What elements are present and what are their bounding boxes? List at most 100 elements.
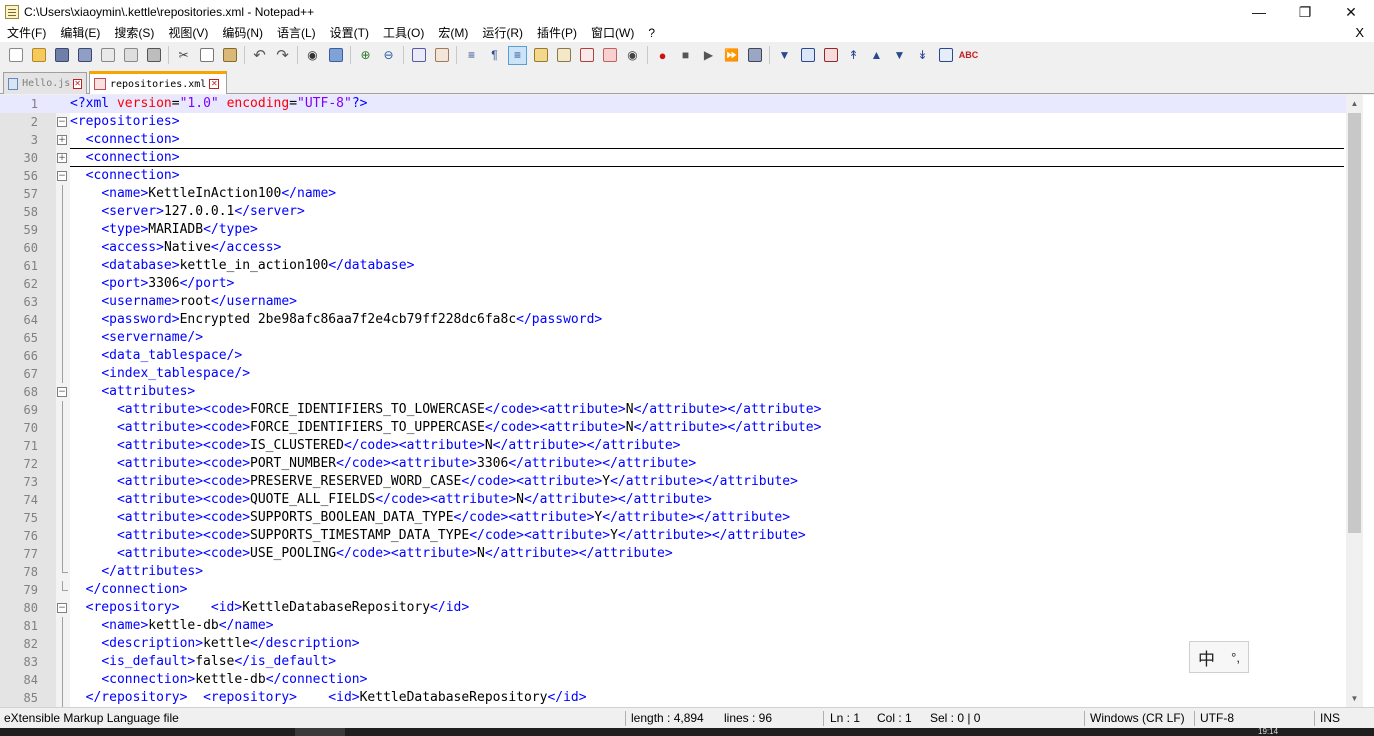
code-line[interactable]: 80− <repository> <id>KettleDatabaseRepos… (0, 599, 1346, 617)
scroll-up-icon[interactable]: ▲ (1346, 95, 1363, 112)
menu-file[interactable]: 文件(F) (0, 24, 53, 42)
compare-button[interactable] (798, 46, 817, 65)
word-wrap-button[interactable]: ≡ (462, 46, 481, 65)
play-macro-button[interactable]: ▶ (699, 46, 718, 65)
code-line[interactable]: 82 <description>kettle</description> (0, 635, 1346, 653)
taskbar-active-app[interactable] (295, 728, 345, 736)
fold-expand-icon[interactable]: + (57, 153, 67, 163)
code-line[interactable]: 75 <attribute><code>SUPPORTS_BOOLEAN_DAT… (0, 509, 1346, 527)
copy-button[interactable] (197, 46, 216, 65)
compare-next-button[interactable] (821, 46, 840, 65)
code-line[interactable]: 77 <attribute><code>USE_POOLING</code><a… (0, 545, 1346, 563)
insert-button[interactable]: ▼ (775, 46, 794, 65)
run-macro-multiple-button[interactable]: ⏩ (722, 46, 741, 65)
cut-button[interactable]: ✂ (174, 46, 193, 65)
code-line[interactable]: 63 <username>root</username> (0, 293, 1346, 311)
menu-window[interactable]: 窗口(W) (584, 24, 641, 42)
ime-punctuation-toggle[interactable]: °, (1231, 650, 1240, 665)
scroll-down-icon[interactable]: ▼ (1346, 690, 1363, 707)
code-line[interactable]: 76 <attribute><code>SUPPORTS_TIMESTAMP_D… (0, 527, 1346, 545)
vertical-scrollbar[interactable]: ▲ ▼ (1346, 95, 1363, 707)
menu-view[interactable]: 视图(V) (161, 24, 215, 42)
tab-repositories-xml[interactable]: repositories.xml ✕ (89, 71, 227, 94)
code-line[interactable]: 58 <server>127.0.0.1</server> (0, 203, 1346, 221)
user-lang-button[interactable] (531, 46, 550, 65)
next-diff-button[interactable]: ▼ (890, 46, 909, 65)
code-line[interactable]: 1 <?xml version="1.0" encoding="UTF-8"?> (0, 95, 1346, 113)
tab-hello-js[interactable]: Hello.js ✕ (3, 72, 87, 94)
zoom-in-button[interactable]: ⊕ (356, 46, 375, 65)
close-all-button[interactable] (121, 46, 140, 65)
editor-area[interactable]: 1 <?xml version="1.0" encoding="UTF-8"?> … (0, 95, 1374, 707)
code-line[interactable]: 68− <attributes> (0, 383, 1346, 401)
close-document-button[interactable]: X (1355, 24, 1364, 42)
code-line[interactable]: 81 <name>kettle-db</name> (0, 617, 1346, 635)
last-diff-button[interactable]: ↡ (913, 46, 932, 65)
status-encoding[interactable]: UTF-8 (1200, 708, 1234, 729)
code-line[interactable]: 83 <is_default>false</is_default> (0, 653, 1346, 671)
code-line[interactable]: 60 <access>Native</access> (0, 239, 1346, 257)
paste-button[interactable] (220, 46, 239, 65)
menu-help[interactable]: ? (641, 24, 662, 42)
save-button[interactable] (52, 46, 71, 65)
new-file-button[interactable] (6, 46, 25, 65)
code-line[interactable]: 67 <index_tablespace/> (0, 365, 1346, 383)
show-all-chars-button[interactable]: ¶ (485, 46, 504, 65)
code-line[interactable]: 56− <connection> (0, 167, 1346, 185)
indent-guide-button[interactable]: ≡ (508, 45, 527, 65)
menu-edit[interactable]: 编辑(E) (53, 24, 107, 42)
close-button[interactable]: ✕ (1328, 0, 1374, 24)
code-line[interactable]: 78 </attributes> (0, 563, 1346, 581)
minimize-button[interactable]: — (1236, 0, 1282, 24)
status-eol[interactable]: Windows (CR LF) (1090, 708, 1185, 729)
zoom-out-button[interactable]: ⊖ (379, 46, 398, 65)
open-file-button[interactable] (29, 46, 48, 65)
fold-collapse-icon[interactable]: − (57, 603, 67, 613)
menu-plugins[interactable]: 插件(P) (530, 24, 584, 42)
find-button[interactable]: ◉ (303, 46, 322, 65)
undo-button[interactable]: ↶ (250, 46, 269, 65)
code-line[interactable]: 59 <type>MARIADB</type> (0, 221, 1346, 239)
code-line[interactable]: 64 <password>Encrypted 2be98afc86aa7f2e4… (0, 311, 1346, 329)
print-button[interactable] (144, 46, 163, 65)
menu-search[interactable]: 搜索(S) (107, 24, 161, 42)
scrollbar-thumb[interactable] (1348, 113, 1361, 533)
menu-macro[interactable]: 宏(M) (431, 24, 475, 42)
menu-encoding[interactable]: 编码(N) (215, 24, 270, 42)
fold-collapse-icon[interactable]: − (57, 387, 67, 397)
menu-settings[interactable]: 设置(T) (323, 24, 376, 42)
ime-language-toggle[interactable]: 中 (1198, 645, 1215, 670)
code-line[interactable]: 73 <attribute><code>PRESERVE_RESERVED_WO… (0, 473, 1346, 491)
restore-button[interactable]: ❐ (1282, 0, 1328, 24)
record-macro-button[interactable]: ● (653, 46, 672, 65)
close-file-button[interactable] (98, 46, 117, 65)
code-line[interactable]: 61 <database>kettle_in_action100</databa… (0, 257, 1346, 275)
close-tab-icon[interactable]: ✕ (73, 78, 82, 89)
fold-expand-icon[interactable]: + (57, 135, 67, 145)
menu-language[interactable]: 语言(L) (270, 24, 323, 42)
code-line[interactable]: 85 </repository> <repository> <id>Kettle… (0, 689, 1346, 707)
sync-vertical-button[interactable] (409, 46, 428, 65)
spell-check-button[interactable]: ABC (959, 46, 979, 65)
fold-collapse-icon[interactable]: − (57, 171, 67, 181)
ime-indicator[interactable]: 中 °, (1189, 641, 1249, 673)
code-line[interactable]: 74 <attribute><code>QUOTE_ALL_FIELDS</co… (0, 491, 1346, 509)
clear-compare-button[interactable] (936, 46, 955, 65)
code-line[interactable]: 65 <servername/> (0, 329, 1346, 347)
code-line[interactable]: 69 <attribute><code>FORCE_IDENTIFIERS_TO… (0, 401, 1346, 419)
first-diff-button[interactable]: ↟ (844, 46, 863, 65)
menu-run[interactable]: 运行(R) (475, 24, 530, 42)
code-line[interactable]: 30 + <connection> (0, 149, 1346, 167)
code-line[interactable]: 84 <connection>kettle-db</connection> (0, 671, 1346, 689)
code-line[interactable]: 71 <attribute><code>IS_CLUSTERED</code><… (0, 437, 1346, 455)
status-insert-mode[interactable]: INS (1320, 708, 1340, 729)
function-list-button[interactable] (577, 46, 596, 65)
code-line[interactable]: 79 </connection> (0, 581, 1346, 599)
fold-collapse-icon[interactable]: − (57, 117, 67, 127)
sync-horizontal-button[interactable] (432, 46, 451, 65)
code-line[interactable]: 3 + <connection> (0, 131, 1346, 149)
save-all-button[interactable] (75, 46, 94, 65)
prev-diff-button[interactable]: ▲ (867, 46, 886, 65)
code-line[interactable]: 2− <repositories> (0, 113, 1346, 131)
stop-record-button[interactable]: ■ (676, 46, 695, 65)
